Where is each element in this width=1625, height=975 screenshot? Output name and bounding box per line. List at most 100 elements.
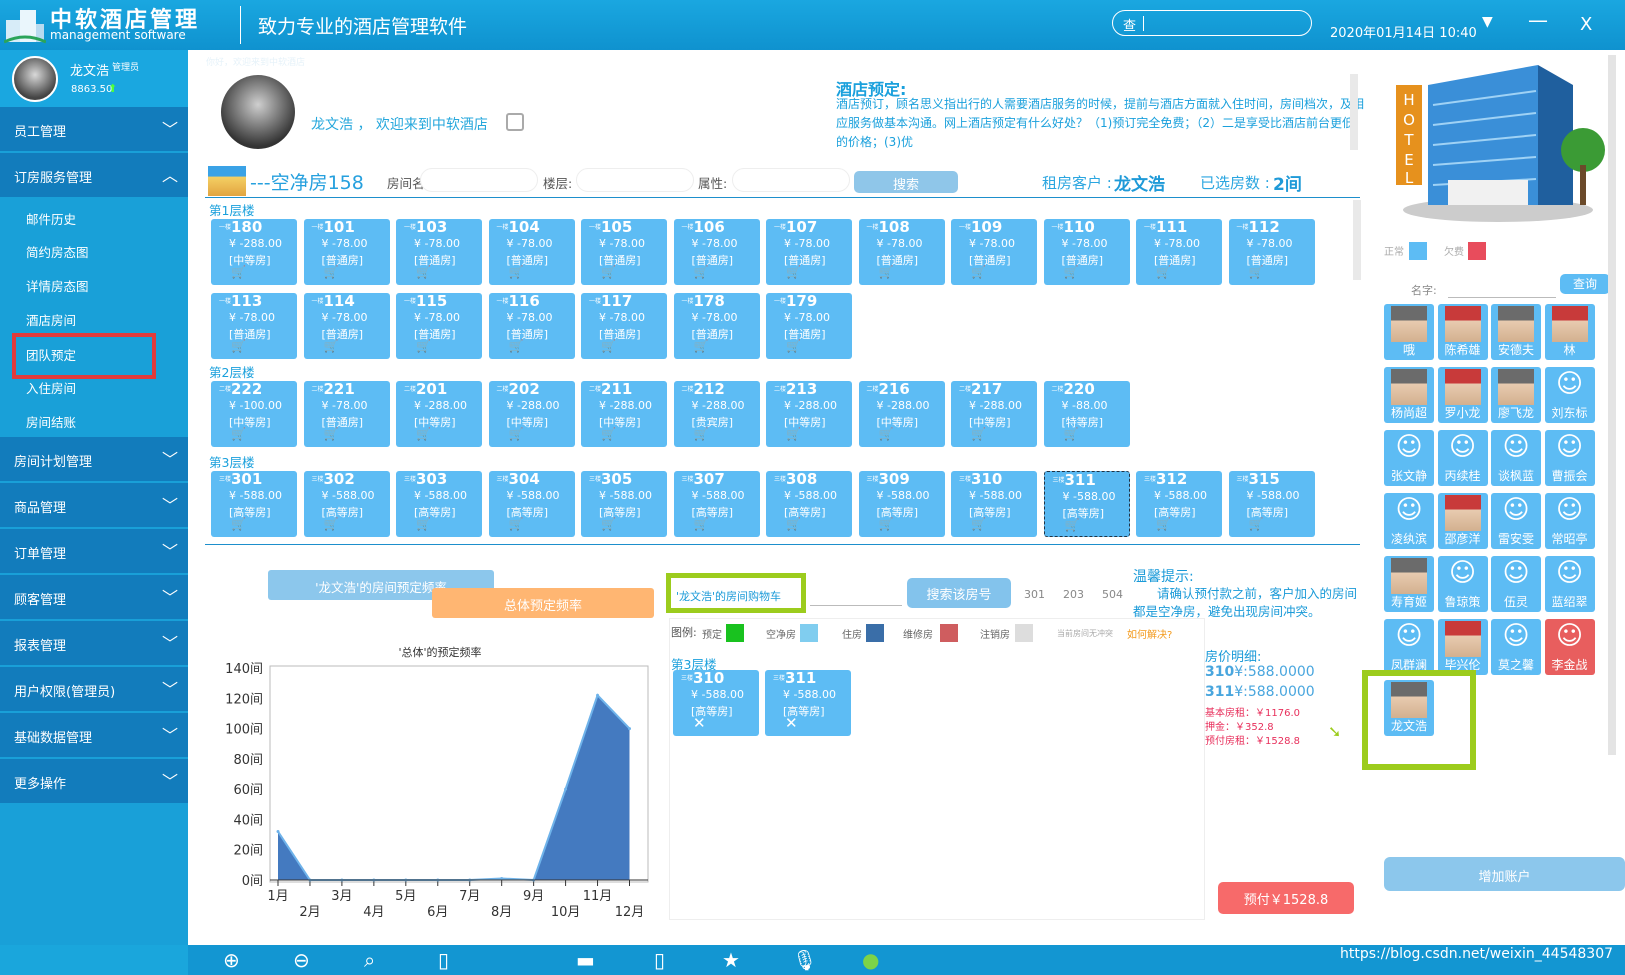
- cart-icon[interactable]: 🛒: [971, 427, 986, 441]
- user-card[interactable]: ☺ 鲁琼策: [1437, 556, 1488, 612]
- user-card[interactable]: ☺ 常昭亭: [1544, 493, 1595, 549]
- room-card[interactable]: 一楼 109 ¥ -78.00 [普通房] 🛒: [951, 218, 1037, 285]
- cart-icon[interactable]: 🛒: [1249, 517, 1264, 531]
- room-card[interactable]: 三楼 307 ¥ -588.00 [高等房] 🛒: [673, 470, 760, 537]
- conflict-help-link[interactable]: 如何解决?: [1127, 626, 1172, 641]
- user-card[interactable]: ☺ 李金战: [1544, 619, 1595, 675]
- avatar[interactable]: [12, 56, 58, 102]
- user-card[interactable]: 安德夫: [1491, 304, 1541, 360]
- user-card[interactable]: ☺ 雷安雯: [1491, 493, 1541, 549]
- user-card[interactable]: 陈希雄: [1437, 304, 1488, 360]
- room-card[interactable]: 三楼 304 ¥ -588.00 [高等房] 🛒: [488, 470, 575, 537]
- welcome-checkbox[interactable]: [506, 113, 524, 131]
- room-number-input[interactable]: [810, 580, 902, 606]
- cart-icon[interactable]: 🛒: [324, 427, 339, 441]
- room-card[interactable]: 一楼 112 ¥ -78.00 [普通房] 🛒: [1228, 218, 1315, 285]
- nav-sub-mail[interactable]: 邮件历史: [26, 209, 76, 228]
- tab-total-frequency[interactable]: 总体预定频率: [432, 588, 654, 618]
- room-card[interactable]: 三楼 315 ¥ -588.00 [高等房] 🛒: [1228, 470, 1315, 537]
- nav-goods[interactable]: 商品管理 ﹀: [0, 483, 188, 527]
- room-card[interactable]: 一楼 103 ¥ -78.00 [普通房] 🛒: [396, 218, 482, 285]
- user-card[interactable]: ☺ 蓝绍翠: [1544, 556, 1595, 612]
- nav-customers[interactable]: 顾客管理 ﹀: [0, 575, 188, 619]
- cart-icon[interactable]: 🛒: [1064, 265, 1079, 279]
- room-name-input[interactable]: [420, 168, 538, 192]
- attr-input[interactable]: [732, 168, 850, 192]
- cart-room-card[interactable]: 三楼 310 ¥ -588.00 [高等房] ✕: [673, 669, 759, 736]
- cart-icon[interactable]: 🛒: [971, 265, 986, 279]
- room-card[interactable]: 一楼 115 ¥ -78.00 [普通房] 🛒: [396, 292, 482, 359]
- gamepad-icon[interactable]: ▬: [576, 948, 595, 972]
- nav-booking[interactable]: 订房服务管理 ︿: [0, 153, 188, 197]
- cart-icon[interactable]: 🛒: [601, 265, 616, 279]
- cart-icon[interactable]: 🛒: [879, 427, 894, 441]
- room-card[interactable]: 一楼 110 ¥ -78.00 [普通房] 🛒: [1043, 218, 1130, 285]
- room-card[interactable]: 一楼 117 ¥ -78.00 [普通房] 🛒: [581, 292, 667, 359]
- cart-icon[interactable]: 🛒: [509, 427, 524, 441]
- cart-icon[interactable]: 🛒: [601, 427, 616, 441]
- room-card[interactable]: 一楼 101 ¥ -78.00 [普通房] 🛒: [303, 218, 390, 285]
- right-scrollbar[interactable]: [1608, 55, 1616, 755]
- room-card[interactable]: 三楼 312 ¥ -588.00 [高等房] 🛒: [1136, 470, 1222, 537]
- cart-icon[interactable]: 🛒: [786, 427, 801, 441]
- nav-staff[interactable]: 员工管理 ﹀: [0, 107, 188, 151]
- cart-icon[interactable]: 🛒: [694, 427, 709, 441]
- star-icon[interactable]: ★: [722, 948, 740, 972]
- cart-icon[interactable]: 🛒: [509, 339, 524, 353]
- globe-icon[interactable]: ●: [862, 948, 879, 972]
- room-card[interactable]: 一楼 107 ¥ -78.00 [普通房] 🛒: [766, 218, 852, 285]
- room-card[interactable]: 一楼 179 ¥ -78.00 [普通房] 🛒: [766, 292, 852, 359]
- room-card[interactable]: 一楼 105 ¥ -78.00 [普通房] 🛒: [581, 218, 667, 285]
- room-card[interactable]: 二楼 220 ¥ -88.00 [特等房] 🛒: [1043, 380, 1130, 447]
- top-search-input[interactable]: 查: [1112, 10, 1312, 36]
- cart-icon[interactable]: 🛒: [694, 517, 709, 531]
- room-card[interactable]: 二楼 222 ¥ -100.00 [中等房] 🛒: [211, 380, 297, 447]
- user-card[interactable]: ☺ 曹振会: [1544, 430, 1595, 486]
- cart-icon[interactable]: 🛒: [416, 517, 431, 531]
- user-card[interactable]: 毕兴伦: [1437, 619, 1488, 675]
- user-card[interactable]: ☺ 凤群澜: [1384, 619, 1434, 675]
- cart-icon[interactable]: 🛒: [786, 265, 801, 279]
- minimize-icon[interactable]: —: [1528, 8, 1548, 32]
- search-button[interactable]: 搜索: [854, 171, 958, 193]
- room-card[interactable]: 一楼 116 ¥ -78.00 [普通房] 🛒: [488, 292, 575, 359]
- room-card[interactable]: 三楼 310 ¥ -588.00 [高等房] 🛒: [951, 470, 1037, 537]
- cart-icon[interactable]: 🛒: [509, 265, 524, 279]
- room-card[interactable]: 一楼 113 ¥ -78.00 [普通房] 🛒: [211, 292, 297, 359]
- add-account-button[interactable]: 增加账户: [1384, 857, 1625, 891]
- room-card[interactable]: 二楼 217 ¥ -288.00 [中等房] 🛒: [951, 380, 1037, 447]
- nav-permissions[interactable]: 用户权限(管理员) ﹀: [0, 667, 188, 711]
- user-card[interactable]: 廖飞龙: [1491, 367, 1541, 423]
- cart-icon[interactable]: 🛒: [416, 427, 431, 441]
- user-card[interactable]: ☺ 丙续桂: [1437, 430, 1488, 486]
- room-card[interactable]: 二楼 212 ¥ -288.00 [贵宾房] 🛒: [673, 380, 760, 447]
- cart-icon[interactable]: 🛒: [324, 265, 339, 279]
- cart-icon[interactable]: 🛒: [416, 339, 431, 353]
- room-card[interactable]: 二楼 202 ¥ -288.00 [中等房] 🛒: [488, 380, 575, 447]
- query-button[interactable]: 查询: [1560, 274, 1610, 294]
- room-card[interactable]: 三楼 308 ¥ -588.00 [高等房] 🛒: [766, 470, 852, 537]
- cart-icon[interactable]: 🛒: [231, 339, 246, 353]
- cart-icon[interactable]: 🛒: [694, 339, 709, 353]
- room-card[interactable]: 一楼 108 ¥ -78.00 [普通房] 🛒: [858, 218, 945, 285]
- user-card[interactable]: ☺ 谈枫蓝: [1491, 430, 1541, 486]
- nav-reports[interactable]: 报表管理 ﹀: [0, 621, 188, 665]
- user-card[interactable]: 杨尚超: [1384, 367, 1434, 423]
- room-card[interactable]: 三楼 301 ¥ -588.00 [高等房] 🛒: [211, 470, 297, 537]
- user-card[interactable]: 哦: [1384, 304, 1434, 360]
- user-card[interactable]: ☺ 莫之馨: [1491, 619, 1541, 675]
- cart-icon[interactable]: 🛒: [1064, 427, 1079, 441]
- zoom-out-icon[interactable]: ⊖: [293, 948, 310, 972]
- room-card[interactable]: 一楼 106 ¥ -78.00 [普通房] 🛒: [673, 218, 760, 285]
- cart-icon[interactable]: 🛒: [1156, 265, 1171, 279]
- cart-icon[interactable]: 🛒: [231, 427, 246, 441]
- nav-basic-data[interactable]: 基础数据管理 ﹀: [0, 713, 188, 757]
- search-room-button[interactable]: 搜索该房号: [907, 578, 1011, 608]
- search-icon[interactable]: ⌕: [364, 948, 375, 972]
- user-card[interactable]: ☺ 刘东标: [1544, 367, 1595, 423]
- remove-icon[interactable]: ✕: [693, 714, 706, 732]
- user-card[interactable]: ☺ 凌纨滨: [1384, 493, 1434, 549]
- remove-icon[interactable]: ✕: [785, 714, 798, 732]
- close-icon[interactable]: X: [1580, 14, 1592, 35]
- cart-icon[interactable]: 🛒: [601, 339, 616, 353]
